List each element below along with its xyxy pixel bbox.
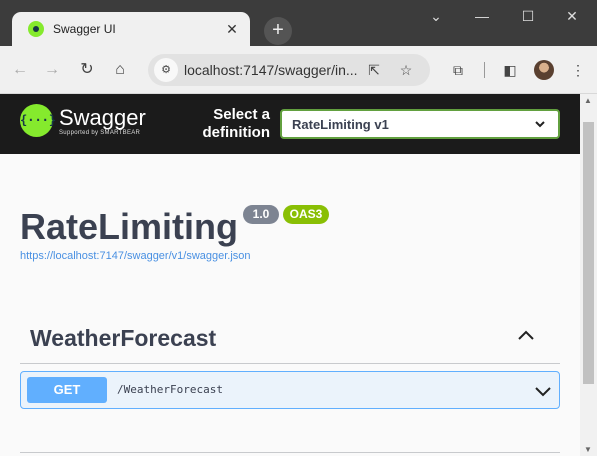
address-bar[interactable]: ⚙ localhost:7147/swagger/in... ⇱ ☆: [148, 54, 430, 86]
chevron-up-icon[interactable]: [516, 326, 536, 346]
tag-name: WeatherForecast: [30, 325, 217, 351]
tab-search-icon[interactable]: ⌄: [422, 6, 450, 26]
scroll-down-icon[interactable]: ▼: [584, 445, 592, 454]
menu-kebab-icon[interactable]: ⋮: [568, 60, 588, 80]
chevron-down-icon: [534, 117, 546, 133]
side-panel-icon[interactable]: ◧: [500, 60, 520, 80]
definition-select-value: RateLimiting v1: [292, 116, 389, 132]
spec-url-link[interactable]: https://localhost:7147/swagger/v1/swagge…: [20, 250, 251, 262]
oas-badge: OAS3: [283, 205, 329, 224]
maximize-button[interactable]: ☐: [514, 6, 542, 26]
swagger-logo-icon: {···}: [20, 104, 56, 137]
tab-strip: Swagger UI ✕ + ⌄ — ☐ ✕: [0, 0, 597, 46]
operation-path: /WeatherForecast: [117, 383, 223, 396]
tag-header[interactable]: WeatherForecast: [20, 318, 560, 364]
section-divider: [20, 452, 560, 453]
tab-title: Swagger UI: [53, 22, 116, 36]
browser-tab[interactable]: Swagger UI ✕: [12, 12, 250, 46]
scroll-thumb[interactable]: [583, 122, 594, 384]
method-badge: GET: [27, 377, 107, 403]
new-tab-button[interactable]: +: [264, 17, 292, 45]
tab-close-icon[interactable]: ✕: [224, 21, 240, 37]
minimize-button[interactable]: —: [468, 6, 496, 26]
scroll-up-icon[interactable]: ▲: [584, 96, 592, 105]
select-definition-label: Select a definition: [202, 106, 271, 141]
back-arrow-icon[interactable]: ←: [8, 58, 32, 82]
swagger-logo[interactable]: {···} Swagger Supported by SMARTBEAR: [20, 104, 146, 137]
profile-avatar[interactable]: [534, 60, 554, 80]
version-badge: 1.0: [243, 205, 279, 224]
reload-icon[interactable]: ↻: [75, 58, 99, 82]
chevron-down-icon[interactable]: [533, 381, 553, 401]
bookmark-star-icon[interactable]: ☆: [396, 60, 416, 80]
swagger-topbar: {···} Swagger Supported by SMARTBEAR Sel…: [0, 94, 580, 154]
site-info-icon[interactable]: ⚙: [154, 58, 178, 82]
logo-subtitle: Supported by SMARTBEAR: [59, 129, 141, 136]
close-window-button[interactable]: ✕: [558, 6, 586, 26]
share-icon[interactable]: ⇱: [364, 60, 384, 80]
swagger-favicon-icon: [28, 21, 44, 37]
page-scrollbar[interactable]: ▲ ▼: [580, 94, 597, 456]
forward-arrow-icon[interactable]: →: [40, 58, 64, 82]
api-title: RateLimiting: [20, 206, 239, 247]
home-icon[interactable]: ⌂: [108, 58, 132, 82]
url-text[interactable]: localhost:7147/swagger/in...: [184, 62, 364, 78]
toolbar-divider: [484, 62, 485, 78]
logo-name: Swagger: [59, 104, 146, 130]
browser-toolbar: ← → ↻ ⌂ ⚙ localhost:7147/swagger/in... ⇱…: [0, 46, 597, 94]
extensions-icon[interactable]: ⧉: [448, 60, 468, 80]
operation-get-weatherforecast[interactable]: GET /WeatherForecast: [20, 371, 560, 409]
definition-select[interactable]: RateLimiting v1: [280, 109, 560, 139]
